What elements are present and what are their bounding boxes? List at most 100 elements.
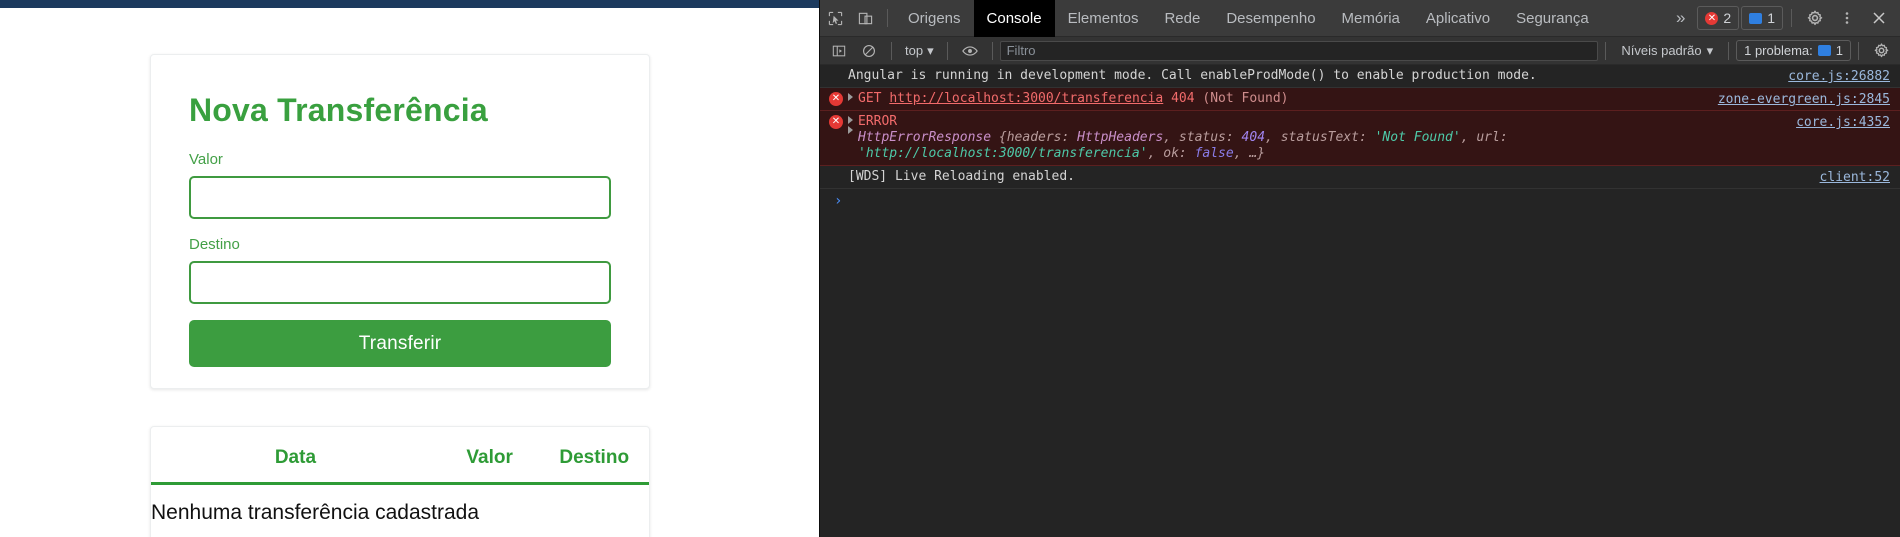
tab-elementos[interactable]: Elementos	[1055, 0, 1152, 37]
console-sidebar-icon[interactable]	[824, 37, 854, 65]
field-valor: Valor	[189, 150, 611, 220]
browser-page: Nova Transferência Valor Destino Transfe…	[0, 0, 819, 537]
log-levels-selector[interactable]: Níveis padrão ▾	[1613, 43, 1721, 59]
transferir-button[interactable]: Transferir	[189, 320, 611, 368]
error-icon: ✕	[1705, 11, 1719, 25]
console-source-link[interactable]: core.js:26882	[1788, 69, 1890, 85]
chevron-down-icon: ▾	[927, 42, 934, 58]
transfer-table: Data Valor Destino Nenhuma transferência…	[151, 427, 649, 535]
column-header-destino: Destino	[539, 427, 649, 485]
close-icon[interactable]	[1864, 4, 1894, 32]
problems-badge[interactable]: 1 problema: 1	[1736, 40, 1851, 61]
request-method: GET	[858, 91, 882, 106]
prompt-caret-icon: ›	[834, 193, 843, 209]
tab-seguranca[interactable]: Segurança	[1503, 0, 1602, 37]
console-settings-gear-icon[interactable]	[1866, 37, 1896, 65]
console-message-text: ERROR HttpErrorResponse {headers: HttpHe…	[820, 114, 1900, 162]
expand-arrow-icon[interactable]	[848, 126, 853, 134]
error-icon: ✕	[829, 115, 843, 129]
filterbar-divider-4	[1605, 41, 1607, 60]
expand-arrow-icon[interactable]	[848, 93, 853, 101]
object-prop-value: false	[1194, 146, 1234, 161]
chevron-down-icon: ▾	[1706, 42, 1714, 58]
console-input-prompt[interactable]: ›	[820, 189, 1900, 213]
object-prop-value: 'http://localhost:3000/transferencia'	[858, 146, 1148, 161]
devtools-toolbar-right: » ✕ 2 1	[1666, 4, 1900, 32]
object-type: HttpErrorResponse	[858, 130, 992, 145]
console-row[interactable]: ✕ GET http://localhost:3000/transferenci…	[820, 88, 1900, 111]
console-source-link[interactable]: client:52	[1820, 170, 1890, 186]
object-open-brace: {	[998, 130, 1007, 145]
transfer-list-card: Data Valor Destino Nenhuma transferência…	[150, 426, 650, 537]
gear-icon[interactable]	[1800, 4, 1830, 32]
screen: Nova Transferência Valor Destino Transfe…	[0, 0, 1900, 537]
error-counter[interactable]: ✕ 2	[1697, 6, 1740, 30]
column-header-data: Data	[151, 427, 440, 485]
live-expression-eye-icon[interactable]	[955, 37, 985, 65]
context-label: top	[905, 43, 924, 58]
request-url[interactable]: http://localhost:3000/transferencia	[889, 91, 1163, 106]
object-prop-value: 404	[1241, 130, 1266, 145]
error-object-preview: HttpErrorResponse {headers: HttpHeaders,…	[858, 130, 1508, 161]
new-transfer-card: Nova Transferência Valor Destino Transfe…	[150, 54, 650, 389]
valor-input[interactable]	[189, 176, 611, 220]
object-prop-key: ok:	[1163, 146, 1187, 161]
message-counter[interactable]: 1	[1741, 6, 1783, 30]
object-prop-key: headers:	[1006, 130, 1070, 145]
console-source-link[interactable]: zone-evergreen.js:2845	[1718, 92, 1890, 108]
table-header: Data Valor Destino	[151, 427, 649, 485]
empty-message: Nenhuma transferência cadastrada	[151, 501, 480, 524]
destino-input[interactable]	[189, 261, 611, 305]
error-label: ERROR	[858, 114, 898, 129]
table-header-row: Data Valor Destino	[151, 427, 649, 485]
console-filterbar: top ▾ Níveis padrão ▾ 1 problema:	[820, 37, 1900, 65]
field-label-destino: Destino	[189, 236, 240, 254]
expand-arrow-icon[interactable]	[848, 116, 853, 124]
filterbar-divider-5	[1728, 41, 1730, 60]
console-row[interactable]: Angular is running in development mode. …	[820, 65, 1900, 88]
page-title: Nova Transferência	[189, 92, 488, 128]
devtools-tabbar: Origens Console Elementos Rede Desempenh…	[820, 0, 1900, 37]
toolbar-divider	[887, 9, 888, 27]
object-prop-value: HttpHeaders	[1077, 130, 1164, 145]
object-prop-key: status:	[1178, 130, 1234, 145]
tab-rede[interactable]: Rede	[1151, 0, 1213, 37]
app-content: Nova Transferência Valor Destino Transfe…	[0, 8, 819, 537]
error-count: 2	[1723, 10, 1732, 26]
tab-desempenho[interactable]: Desempenho	[1213, 0, 1328, 37]
console-row[interactable]: [WDS] Live Reloading enabled. client:52	[820, 166, 1900, 189]
device-toolbar-icon[interactable]	[850, 4, 880, 32]
filterbar-divider-6	[1858, 41, 1859, 60]
table-body: Nenhuma transferência cadastrada	[151, 484, 649, 536]
console-message-list: Angular is running in development mode. …	[820, 65, 1900, 213]
console-row[interactable]: ✕ ERROR HttpErrorResponse {headers: Http…	[820, 111, 1900, 166]
clear-console-icon[interactable]	[854, 37, 884, 65]
console-output[interactable]: Angular is running in development mode. …	[820, 65, 1900, 537]
field-destino: Destino	[189, 235, 611, 305]
log-levels-label: Níveis padrão	[1621, 43, 1702, 58]
filterbar-divider-2	[946, 41, 948, 60]
column-header-valor: Valor	[439, 427, 540, 485]
console-message-text: Angular is running in development mode. …	[848, 68, 1537, 83]
console-source-link[interactable]: core.js:4352	[1796, 115, 1890, 131]
filterbar-divider-1	[891, 41, 892, 60]
tab-origens[interactable]: Origens	[895, 0, 974, 37]
more-tabs-icon[interactable]: »	[1666, 8, 1695, 28]
problems-count: 1	[1835, 43, 1843, 58]
response-status: 404	[1171, 91, 1195, 106]
problems-label: 1 problema:	[1744, 43, 1813, 58]
filter-input[interactable]	[999, 40, 1599, 61]
field-label-valor: Valor	[189, 151, 223, 169]
console-message-text: [WDS] Live Reloading enabled.	[848, 169, 1075, 184]
tab-console[interactable]: Console	[973, 0, 1055, 37]
toolbar-divider-2	[1791, 9, 1792, 27]
object-prop-key: statusText:	[1280, 130, 1367, 145]
inspect-element-icon[interactable]	[820, 4, 850, 32]
tab-memoria[interactable]: Memória	[1329, 0, 1413, 37]
response-status-text: (Not Found)	[1202, 91, 1289, 106]
context-selector[interactable]: top ▾	[899, 43, 940, 59]
message-icon	[1817, 45, 1831, 56]
browser-top-strip	[0, 0, 819, 8]
kebab-menu-icon[interactable]	[1832, 4, 1862, 32]
tab-aplicativo[interactable]: Aplicativo	[1413, 0, 1503, 37]
